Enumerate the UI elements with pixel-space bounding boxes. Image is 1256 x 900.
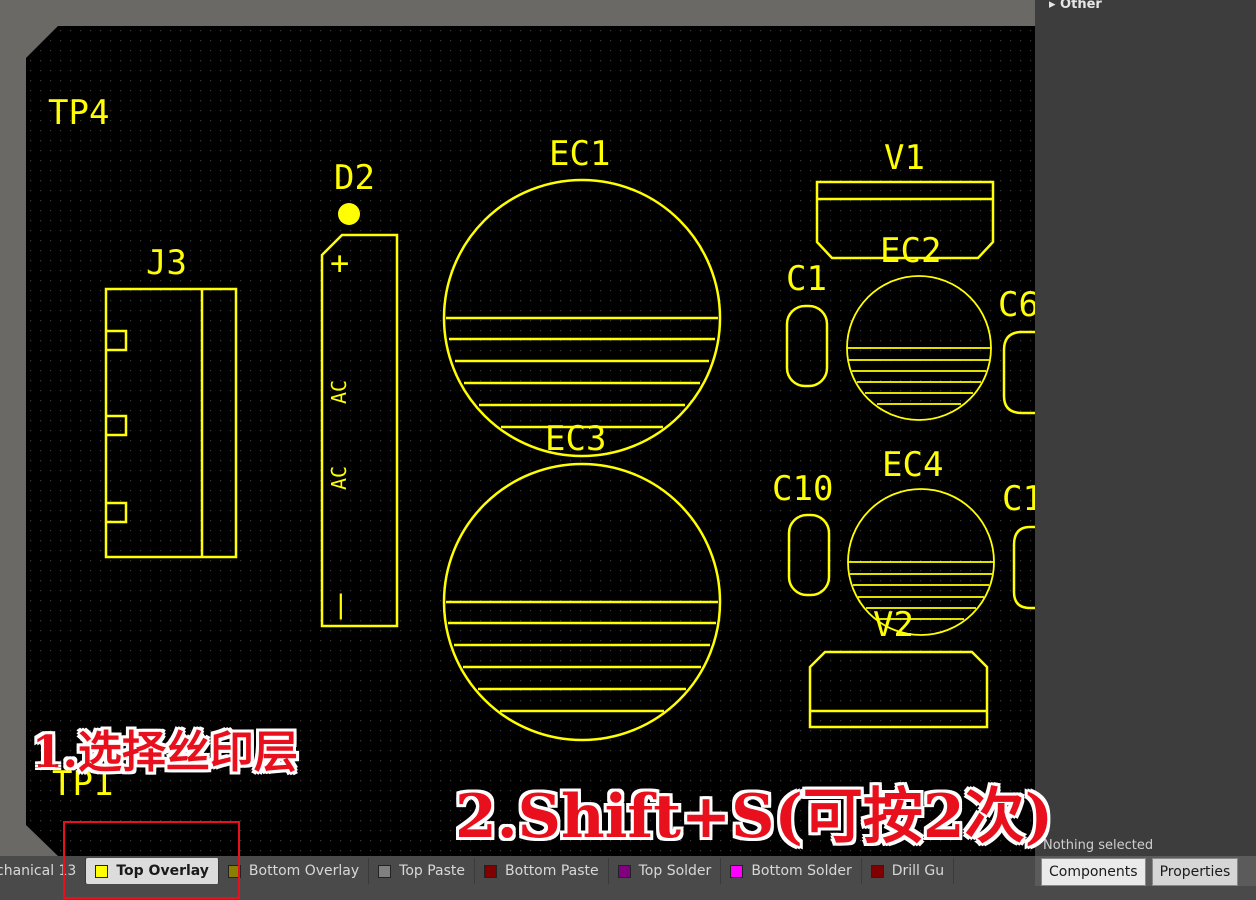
layer-tab-bottom-overlay[interactable]: Bottom Overlay: [219, 858, 370, 884]
panel-tab-properties[interactable]: Properties: [1151, 858, 1239, 886]
annotation-step2: 2.Shift+S(可按2次): [455, 782, 1054, 852]
layer-tab-mechanical-13[interactable]: chanical 13: [0, 858, 87, 884]
designator-c10: C10: [772, 469, 833, 509]
designator-j3: J3: [146, 243, 187, 283]
designator-c1: C1: [786, 259, 827, 299]
designator-c11: C1: [1002, 479, 1035, 519]
layer-tab-drill-guide[interactable]: Drill Gu: [862, 858, 955, 884]
layer-color-swatch: [378, 864, 392, 878]
designator-ec4: EC4: [882, 445, 943, 485]
designator-tp4: TP4: [48, 93, 109, 133]
annotation-step1: 1.选择丝印层: [32, 727, 298, 778]
designator-v2: V2: [873, 605, 914, 645]
d2-ac-top: AC: [327, 380, 351, 404]
layer-tab-top-overlay[interactable]: Top Overlay: [86, 858, 219, 884]
panel-tab-bar: Components Properties: [1035, 858, 1239, 886]
layer-tab-bottom-paste[interactable]: Bottom Paste: [475, 858, 609, 884]
layer-color-swatch: [95, 864, 109, 878]
panel-tab-components[interactable]: Components: [1041, 858, 1146, 886]
d2-pin1-dot: [338, 203, 360, 225]
layer-color-swatch: [617, 864, 631, 878]
layer-tab-top-paste[interactable]: Top Paste: [369, 858, 476, 884]
layer-color-swatch: [484, 864, 498, 878]
d2-minus-mark: |: [333, 590, 349, 620]
designator-d2: D2: [334, 158, 375, 198]
section-other[interactable]: ▸ Other: [1049, 0, 1102, 12]
designator-ec3: EC3: [545, 419, 606, 459]
layer-color-swatch: [227, 864, 241, 878]
designator-ec1: EC1: [549, 134, 610, 174]
designator-c6: C6: [998, 285, 1035, 325]
layer-tab-bar: chanical 13 Top Overlay Bottom Overlay T…: [0, 856, 1035, 886]
d2-ac-bottom: AC: [327, 466, 351, 490]
layer-tab-bottom-solder[interactable]: Bottom Solder: [721, 858, 862, 884]
selection-status: Nothing selected: [1043, 838, 1154, 853]
layer-color-swatch: [870, 864, 884, 878]
designator-ec2: EC2: [880, 231, 941, 271]
layer-color-swatch: [730, 864, 744, 878]
right-panel: ▸ Other Nothing selected: [1035, 0, 1256, 856]
d2-plus-mark: +: [330, 244, 349, 282]
layer-tab-top-solder[interactable]: Top Solder: [609, 858, 722, 884]
designator-v1: V1: [884, 138, 925, 178]
status-strip: [0, 886, 1256, 900]
